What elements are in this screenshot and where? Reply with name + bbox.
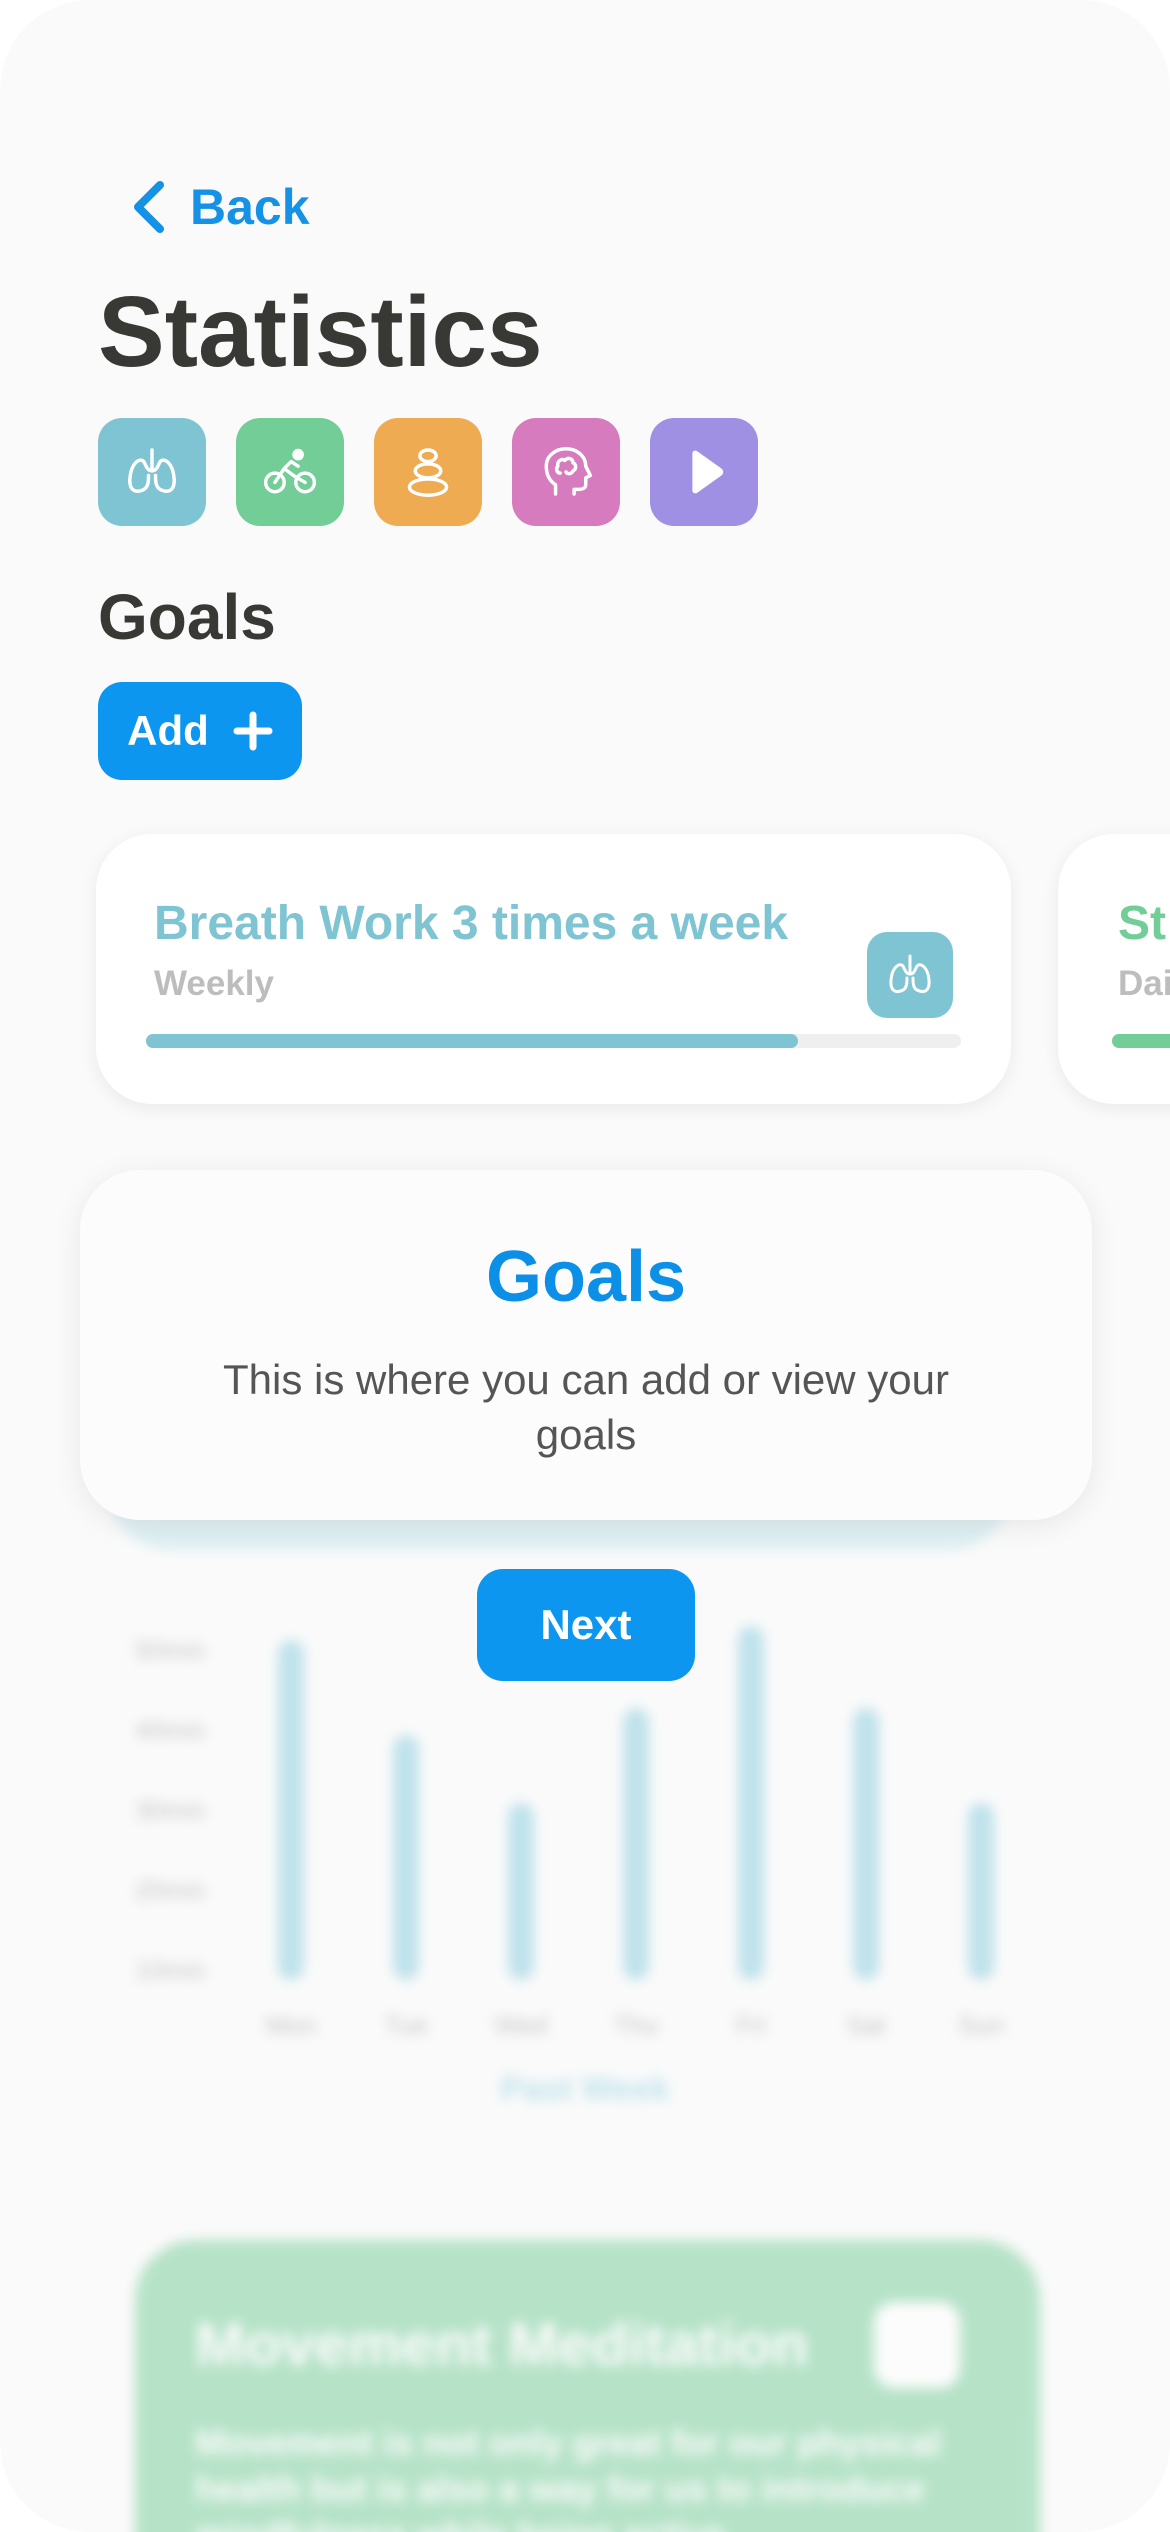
y-tick-label: 50min [135,1635,206,1665]
chart-bar [623,1708,649,1980]
add-goal-label: Add [127,707,209,754]
category-mind-button[interactable] [512,418,620,526]
chart-bar [738,1626,764,1980]
meditation-title: Movement Meditation [195,2311,809,2378]
category-video-button[interactable] [650,418,758,526]
goal-progress-track [1112,1034,1170,1048]
lungs-icon [128,448,176,493]
lungs-icon [889,954,931,994]
goals-heading: Goals [98,581,276,653]
tooltip-title: Goals [485,1237,687,1317]
x-tick-label: Thu [613,2010,659,2040]
goal-frequency: Dai [1118,964,1170,1003]
goal-card[interactable]: St Dai [1058,834,1170,1104]
cycling-icon [263,448,317,494]
app-screen: Back Statistics Goals Add Breath Work 3 … [0,0,1170,2532]
goal-title: Breath Work 3 times a week [154,897,789,950]
stones-icon [407,448,449,497]
next-label: Next [540,1601,632,1648]
head-icon [544,447,593,496]
meditation-description: Movement is not only great for our physi… [195,2422,942,2532]
category-row [98,418,758,526]
onboarding-tooltip: Goals This is where you can add or view … [80,1170,1092,1520]
x-axis-label: Past Week [500,2070,670,2108]
y-tick-label: 20min [135,1875,206,1905]
play-icon [692,450,724,494]
chart-bar [853,1708,879,1980]
chart-bar [393,1735,419,1980]
chevron-left-icon [134,181,164,233]
category-movement-button[interactable] [236,418,344,526]
tooltip-text: This is where you can add or view your g… [223,1356,949,1458]
x-tick-label: Sun [957,2010,1005,2040]
plus-icon [233,711,273,751]
chart-bar [968,1803,994,1980]
x-tick-label: Fri [735,2010,767,2040]
chart-bar [278,1640,304,1980]
x-tick-label: Mon [265,2010,317,2040]
back-button[interactable]: Back [130,178,310,236]
category-breath-button[interactable] [98,418,206,526]
cycling-icon [874,2302,960,2388]
category-balance-button[interactable] [374,418,482,526]
goal-progress-fill [146,1034,798,1048]
y-tick-label: 40min [135,1715,206,1745]
y-tick-label: 30min [135,1795,206,1825]
page-title: Statistics [98,276,543,388]
y-tick-label: 10min [135,1955,206,1985]
back-label: Back [190,179,310,235]
add-goal-button[interactable]: Add [98,682,302,780]
meditation-card[interactable]: Movement Meditation Movement is not only… [135,2240,1040,2532]
x-tick-label: Tue [384,2010,428,2040]
goal-title: St [1118,897,1166,950]
goal-progress-track [146,1034,961,1048]
goal-category-badge [867,932,953,1018]
chart-bar [508,1803,534,1980]
x-tick-label: Wed [494,2010,548,2040]
next-button[interactable]: Next [477,1569,695,1681]
goal-frequency: Weekly [154,964,274,1003]
goal-card[interactable]: Breath Work 3 times a week Weekly [96,834,1011,1104]
x-tick-label: Sat [846,2010,886,2040]
goal-progress-fill [1112,1034,1170,1048]
